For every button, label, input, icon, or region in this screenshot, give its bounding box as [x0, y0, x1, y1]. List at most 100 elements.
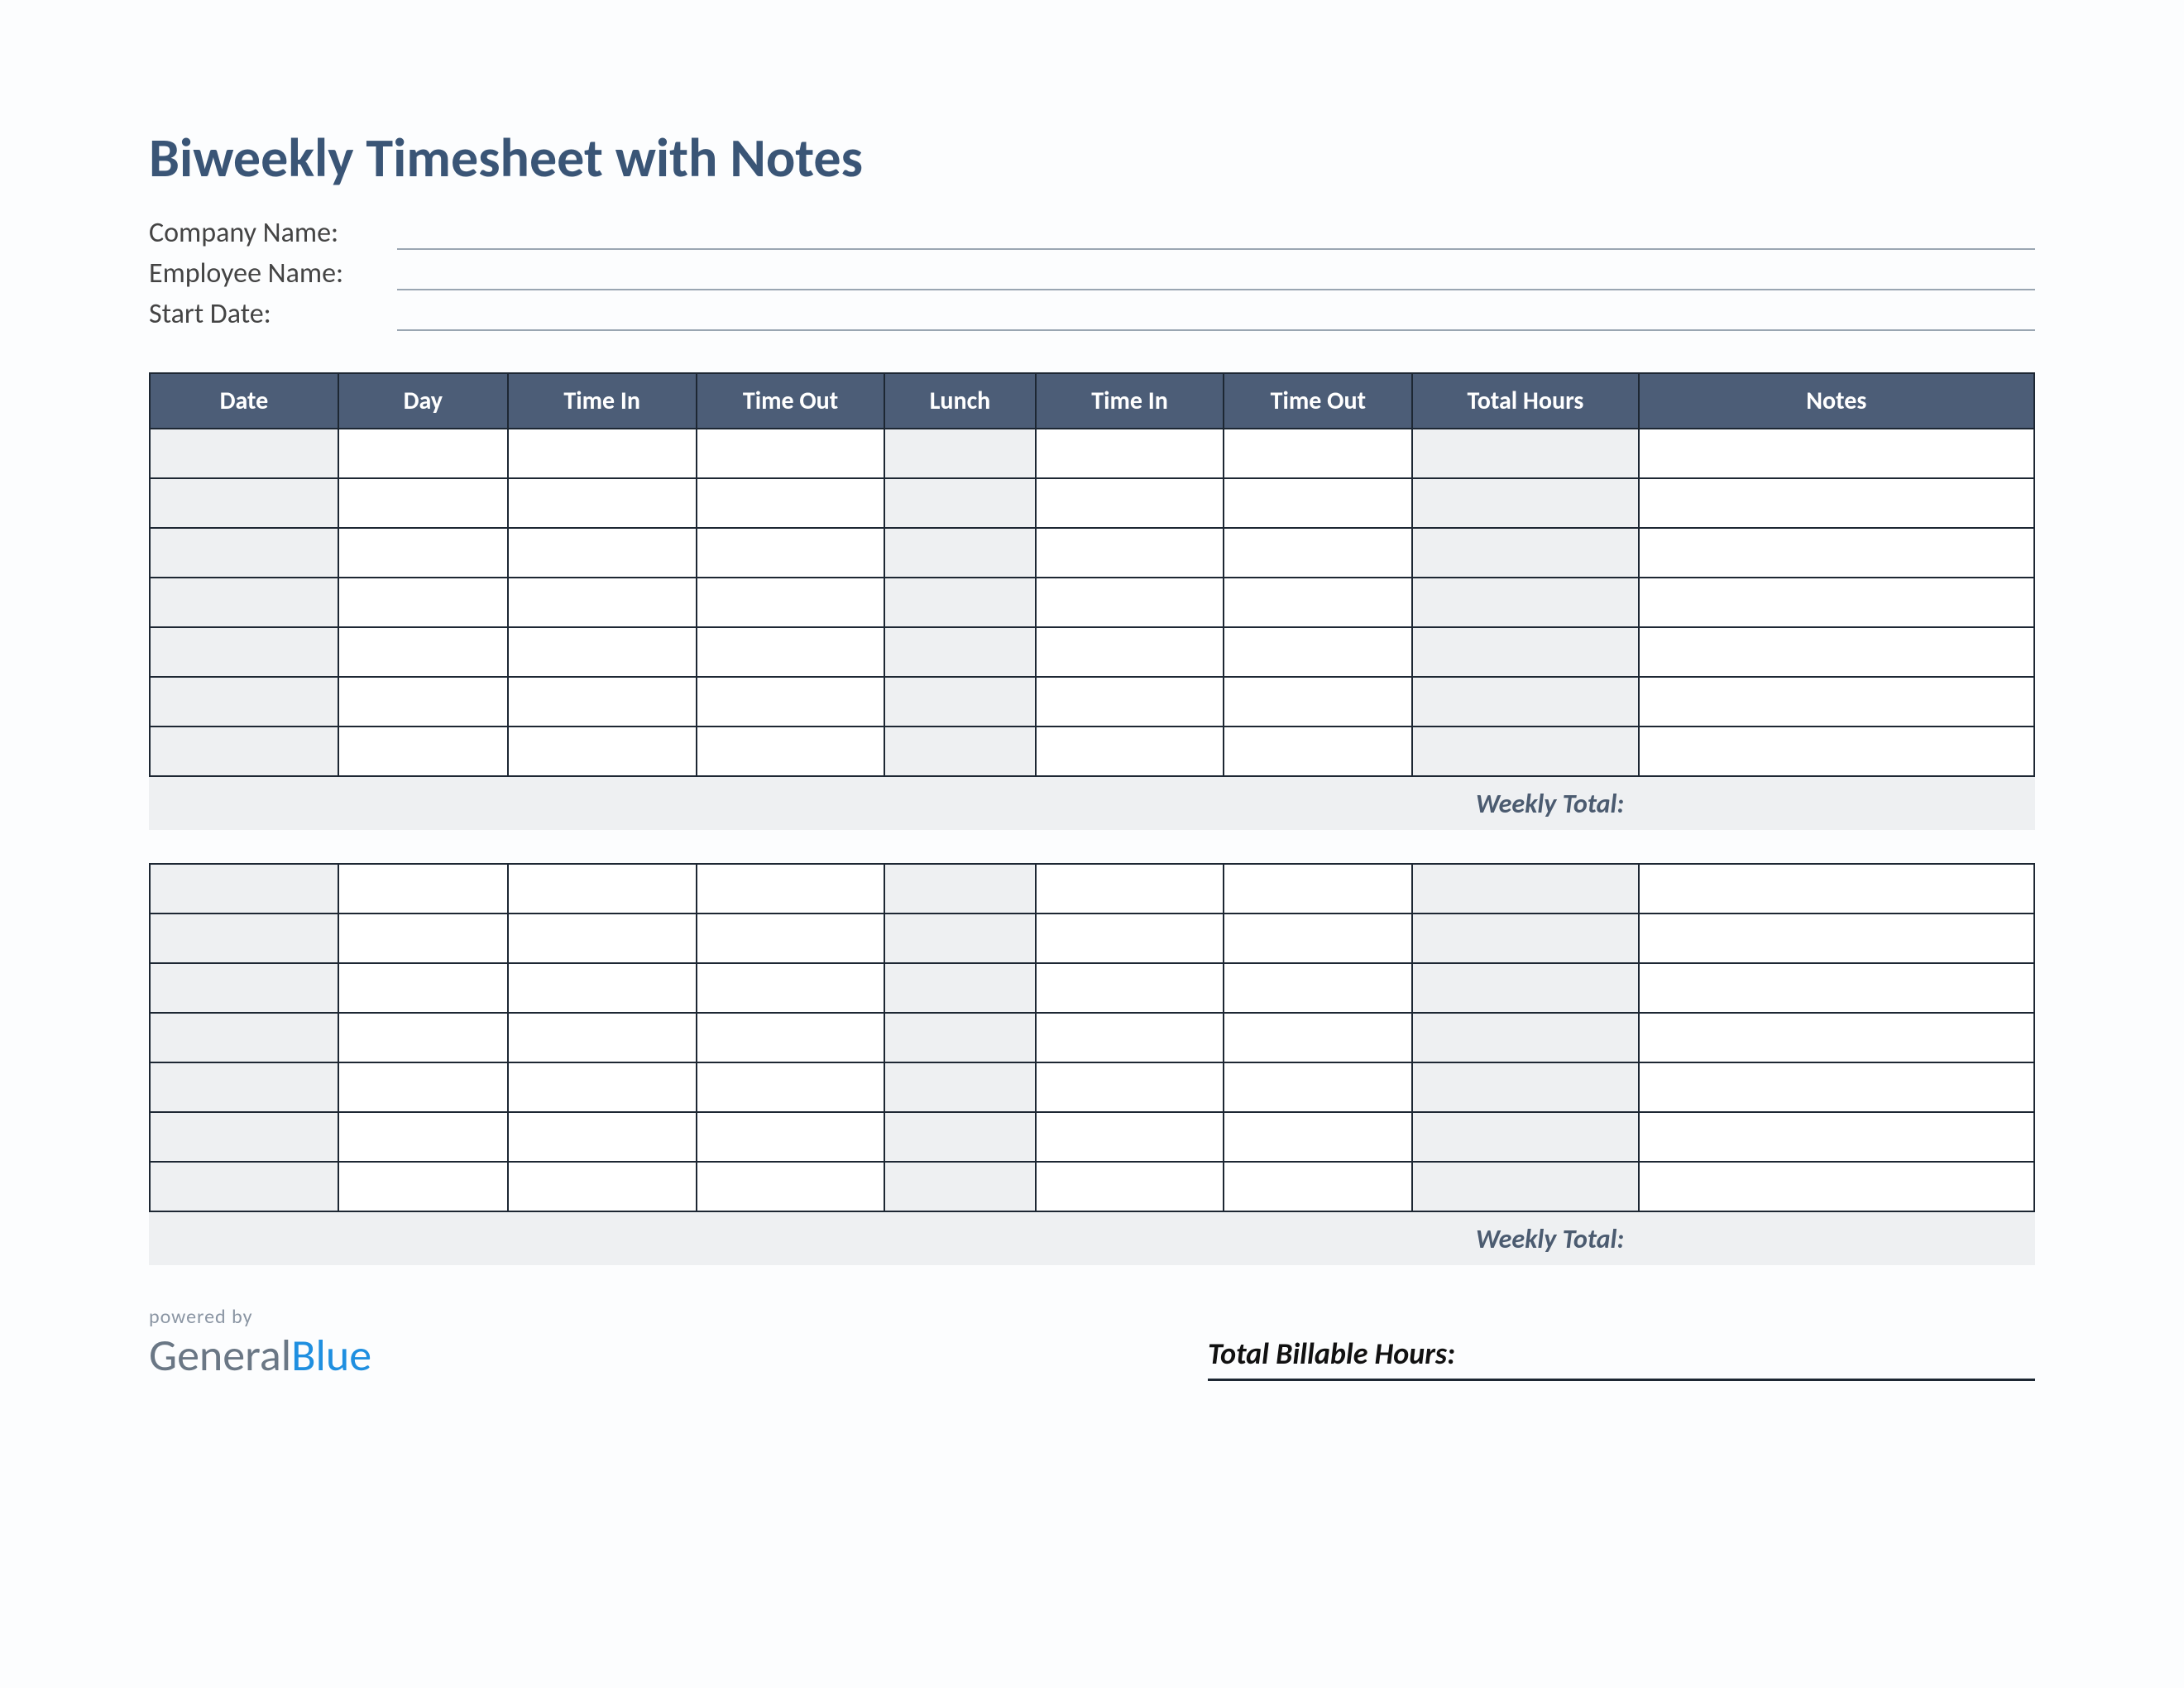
cell[interactable] — [1639, 627, 2034, 677]
cell[interactable] — [508, 1162, 697, 1211]
cell[interactable] — [338, 864, 508, 914]
cell[interactable] — [1224, 727, 1412, 776]
cell[interactable] — [1412, 528, 1638, 578]
cell[interactable] — [150, 429, 338, 478]
cell[interactable] — [1224, 1013, 1412, 1062]
cell[interactable] — [1036, 478, 1224, 528]
cell[interactable] — [697, 1062, 885, 1112]
cell[interactable] — [150, 478, 338, 528]
cell[interactable] — [338, 1013, 508, 1062]
cell[interactable] — [1224, 1062, 1412, 1112]
cell[interactable] — [1412, 727, 1638, 776]
cell[interactable] — [1412, 1062, 1638, 1112]
cell[interactable] — [1639, 528, 2034, 578]
cell[interactable] — [884, 727, 1035, 776]
cell[interactable] — [508, 429, 697, 478]
cell[interactable] — [1412, 627, 1638, 677]
cell[interactable] — [338, 727, 508, 776]
cell[interactable] — [697, 914, 885, 963]
cell[interactable] — [150, 1112, 338, 1162]
cell[interactable] — [1036, 1112, 1224, 1162]
cell[interactable] — [697, 478, 885, 528]
cell[interactable] — [1639, 727, 2034, 776]
cell[interactable] — [1412, 429, 1638, 478]
cell[interactable] — [150, 1013, 338, 1062]
cell[interactable] — [1412, 1013, 1638, 1062]
cell[interactable] — [1036, 578, 1224, 627]
cell[interactable] — [884, 1062, 1035, 1112]
cell[interactable] — [1036, 914, 1224, 963]
cell[interactable] — [1639, 1162, 2034, 1211]
cell[interactable] — [697, 864, 885, 914]
cell[interactable] — [1412, 478, 1638, 528]
cell[interactable] — [1412, 1162, 1638, 1211]
cell[interactable] — [1036, 1162, 1224, 1211]
cell[interactable] — [508, 1062, 697, 1112]
cell[interactable] — [1224, 578, 1412, 627]
cell[interactable] — [1224, 1162, 1412, 1211]
cell[interactable] — [1224, 528, 1412, 578]
cell[interactable] — [508, 1112, 697, 1162]
cell[interactable] — [697, 1162, 885, 1211]
cell[interactable] — [1036, 429, 1224, 478]
cell[interactable] — [884, 963, 1035, 1013]
cell[interactable] — [697, 677, 885, 727]
company-name-input[interactable] — [397, 222, 2035, 250]
cell[interactable] — [508, 478, 697, 528]
cell[interactable] — [508, 727, 697, 776]
cell[interactable] — [1639, 963, 2034, 1013]
cell[interactable] — [884, 914, 1035, 963]
cell[interactable] — [1224, 1112, 1412, 1162]
cell[interactable] — [697, 1013, 885, 1062]
cell[interactable] — [338, 963, 508, 1013]
cell[interactable] — [1639, 864, 2034, 914]
cell[interactable] — [150, 578, 338, 627]
cell[interactable] — [884, 677, 1035, 727]
cell[interactable] — [338, 578, 508, 627]
cell[interactable] — [338, 528, 508, 578]
cell[interactable] — [338, 1162, 508, 1211]
cell[interactable] — [508, 864, 697, 914]
cell[interactable] — [338, 627, 508, 677]
cell[interactable] — [1036, 1062, 1224, 1112]
cell[interactable] — [338, 429, 508, 478]
cell[interactable] — [697, 429, 885, 478]
cell[interactable] — [338, 914, 508, 963]
cell[interactable] — [884, 578, 1035, 627]
cell[interactable] — [508, 963, 697, 1013]
cell[interactable] — [1412, 914, 1638, 963]
cell[interactable] — [150, 1162, 338, 1211]
cell[interactable] — [1639, 478, 2034, 528]
cell[interactable] — [697, 1112, 885, 1162]
cell[interactable] — [508, 1013, 697, 1062]
cell[interactable] — [697, 528, 885, 578]
cell[interactable] — [1412, 1112, 1638, 1162]
cell[interactable] — [1036, 627, 1224, 677]
cell[interactable] — [1639, 1062, 2034, 1112]
cell[interactable] — [1036, 963, 1224, 1013]
cell[interactable] — [1639, 1112, 2034, 1162]
cell[interactable] — [150, 677, 338, 727]
cell[interactable] — [884, 1112, 1035, 1162]
cell[interactable] — [1224, 478, 1412, 528]
cell[interactable] — [1036, 727, 1224, 776]
cell[interactable] — [1412, 864, 1638, 914]
cell[interactable] — [150, 864, 338, 914]
cell[interactable] — [508, 914, 697, 963]
cell[interactable] — [508, 578, 697, 627]
cell[interactable] — [1639, 578, 2034, 627]
start-date-input[interactable] — [397, 303, 2035, 331]
cell[interactable] — [508, 528, 697, 578]
cell[interactable] — [508, 677, 697, 727]
cell[interactable] — [697, 727, 885, 776]
cell[interactable] — [1639, 677, 2034, 727]
cell[interactable] — [884, 627, 1035, 677]
cell[interactable] — [1224, 914, 1412, 963]
cell[interactable] — [338, 677, 508, 727]
cell[interactable] — [884, 864, 1035, 914]
cell[interactable] — [150, 914, 338, 963]
cell[interactable] — [884, 429, 1035, 478]
cell[interactable] — [338, 1062, 508, 1112]
cell[interactable] — [1036, 677, 1224, 727]
cell[interactable] — [1224, 864, 1412, 914]
